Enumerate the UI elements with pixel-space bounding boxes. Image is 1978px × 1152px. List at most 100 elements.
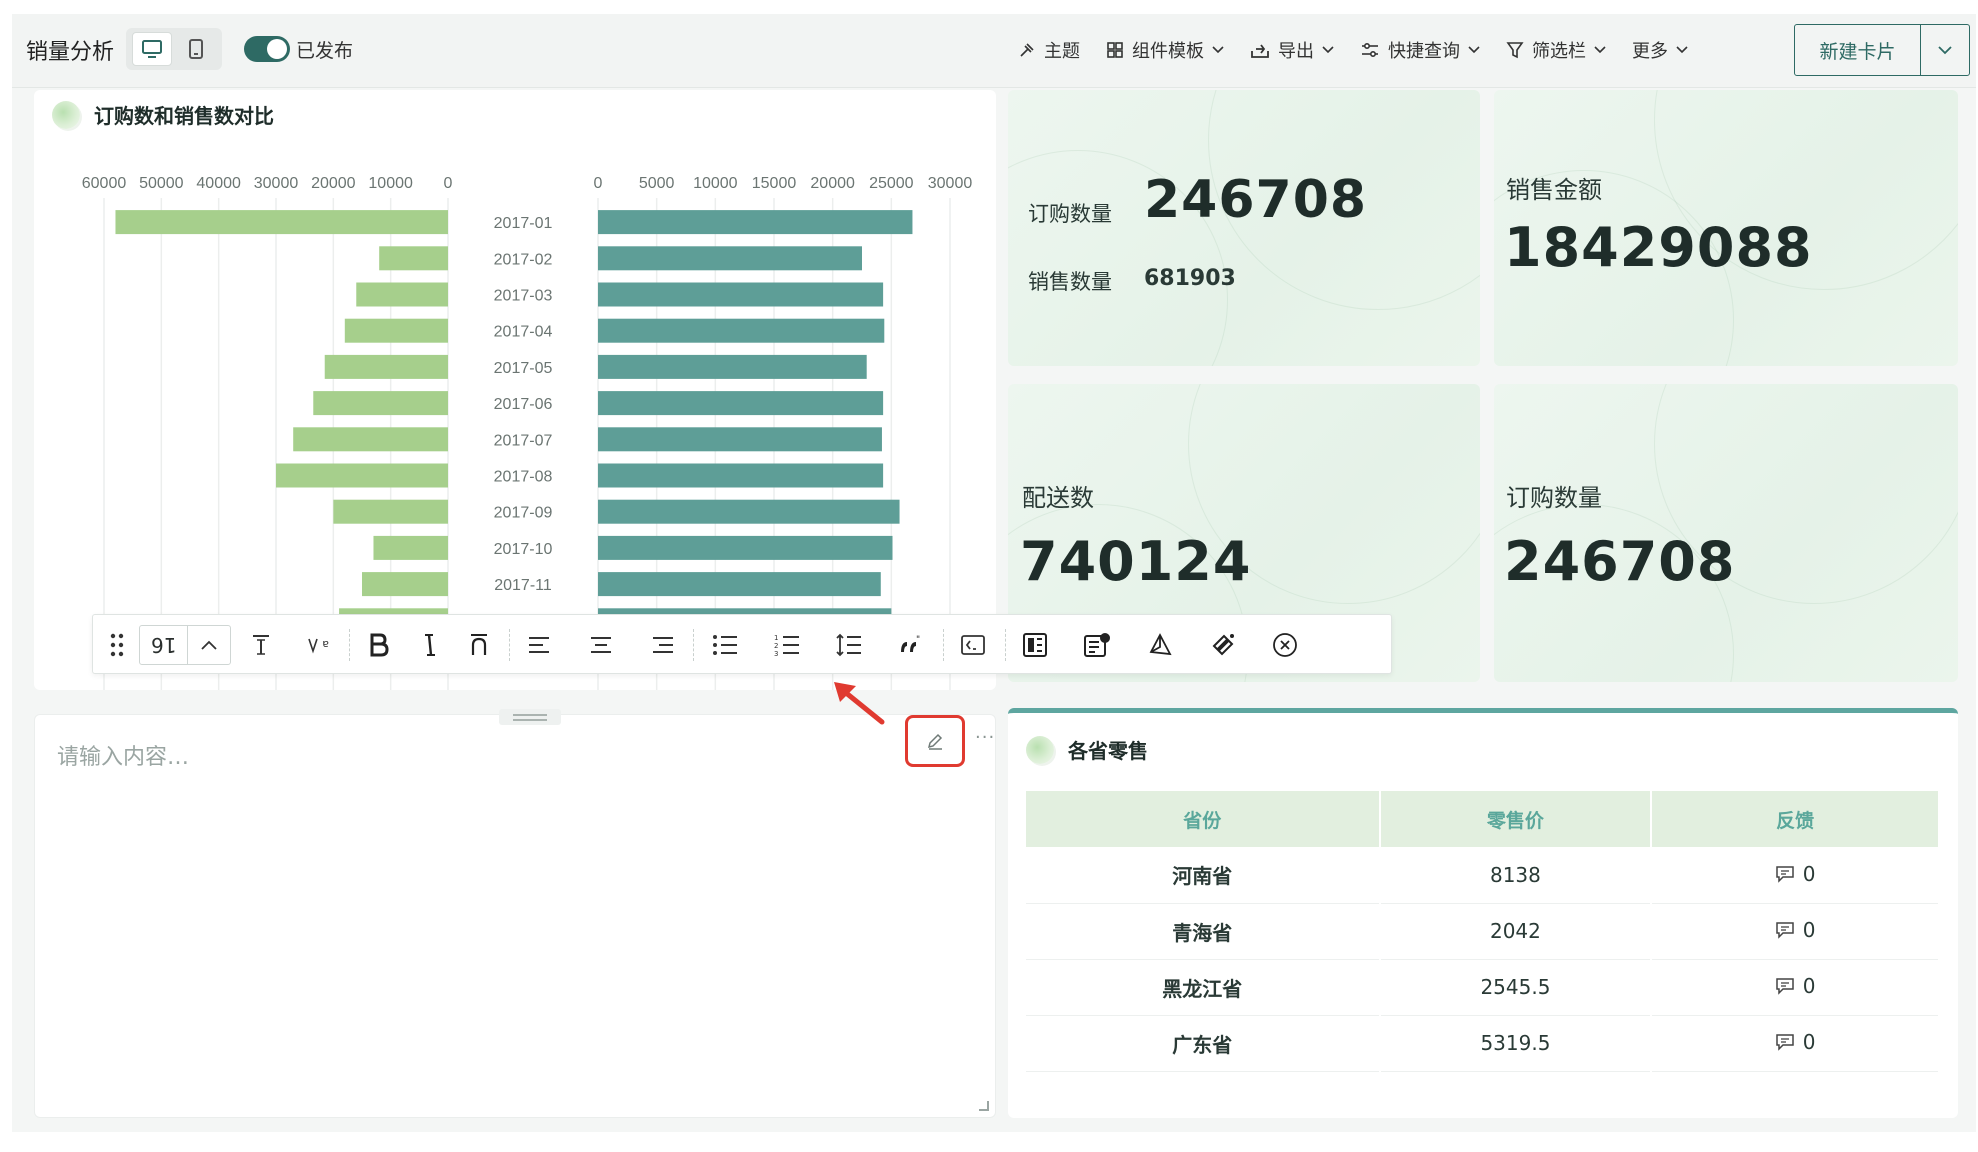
sales-bar [598, 391, 884, 416]
mobile-view-button[interactable] [176, 32, 216, 66]
order-bar [293, 427, 448, 452]
toolbar-separator [509, 629, 510, 661]
bold-button[interactable] [359, 625, 399, 665]
quick-query-button[interactable]: 快捷查询 [1360, 34, 1480, 66]
quote-button[interactable]: " [891, 625, 931, 665]
align-left-button[interactable] [519, 625, 559, 665]
toolbar-separator [1005, 629, 1006, 661]
quote-icon: " [901, 635, 920, 652]
sales-bar [598, 354, 867, 379]
chevron-down-icon [1212, 46, 1224, 54]
x-tick-label: 5000 [639, 175, 675, 192]
text-height-button[interactable] [241, 625, 281, 665]
province-cell: 黑龙江省 [1026, 959, 1381, 1016]
comment-icon [1776, 922, 1794, 939]
more-button[interactable]: 更多 [1632, 34, 1688, 66]
font-size-dropdown[interactable] [188, 640, 230, 650]
editor-placeholder[interactable]: 请输入内容… [57, 739, 189, 771]
eraser-icon [1212, 634, 1234, 656]
category-label: 2017-04 [494, 324, 553, 341]
theme-button[interactable]: 主题 [1018, 34, 1080, 66]
new-card-button[interactable]: 新建卡片 [1795, 25, 1921, 75]
filter-bar-button[interactable]: 筛选栏 [1506, 34, 1606, 66]
font-size-select[interactable]: 16 [139, 625, 231, 665]
export-icon [1251, 44, 1269, 58]
category-label: 2017-01 [494, 215, 553, 232]
feedback-cell[interactable]: 0 [1651, 1015, 1940, 1072]
underline-icon [471, 634, 487, 655]
kpi-sales-amount-card: 销售金额 18429088 [1494, 90, 1958, 366]
chevron-down-icon [1594, 46, 1606, 54]
align-right-button[interactable] [643, 625, 683, 665]
italic-icon [425, 634, 435, 656]
card-drag-handle[interactable] [499, 709, 561, 725]
x-tick-label: 0 [444, 175, 453, 192]
text-editor-card[interactable]: 请输入内容… ··· [34, 709, 996, 1118]
order-bar [356, 282, 448, 307]
x-tick-label: 20000 [810, 175, 855, 192]
sales-amount-value: 18429088 [1504, 216, 1813, 279]
component-template-label: 组件模板 [1132, 41, 1204, 62]
x-tick-label: 30000 [928, 175, 973, 192]
column-header-province[interactable]: 省份 [1026, 791, 1381, 847]
x-tick-label: 30000 [254, 175, 299, 192]
toolbar-drag-handle[interactable] [97, 625, 137, 665]
table-header-row: 省份 零售价 反馈 [1026, 791, 1940, 847]
align-center-button[interactable] [581, 625, 621, 665]
align-right-icon [653, 637, 673, 653]
new-card-dropdown[interactable] [1921, 25, 1969, 75]
delivery-value: 740124 [1020, 530, 1252, 593]
province-retail-table: 省份 零售价 反馈 河南省 8138 0 青海省 2042 0 黑龙江省 254… [1026, 791, 1940, 1072]
filter-icon [1506, 42, 1524, 59]
bullet-list-icon [713, 635, 737, 655]
close-toolbar-button[interactable] [1265, 625, 1305, 665]
bullet-list-button[interactable] [705, 625, 745, 665]
sliders-icon [1362, 42, 1378, 58]
price-cell: 2545.5 [1379, 959, 1653, 1016]
underline-button[interactable] [459, 625, 499, 665]
edit-button[interactable] [905, 715, 965, 767]
bold-icon [370, 633, 389, 657]
font-family-button[interactable]: a [299, 625, 339, 665]
publish-toggle[interactable] [244, 36, 290, 62]
sales-bar [598, 499, 900, 524]
italic-button[interactable] [409, 625, 449, 665]
insert-link-button[interactable] [1141, 625, 1181, 665]
insert-layout-button[interactable] [1015, 625, 1055, 665]
feedback-cell[interactable]: 0 [1651, 847, 1940, 904]
desktop-view-button[interactable] [132, 32, 172, 66]
numbered-list-button[interactable]: 123 [767, 625, 807, 665]
order-qty-value: 246708 [1144, 170, 1368, 230]
feedback-cell[interactable]: 0 [1651, 959, 1940, 1016]
svg-text:2: 2 [774, 642, 778, 650]
insert-data-button[interactable] [1077, 625, 1117, 665]
sales-qty-label: 销售数量 [1028, 270, 1112, 294]
code-block-button[interactable] [953, 625, 993, 665]
clear-format-button[interactable] [1203, 625, 1243, 665]
column-header-price[interactable]: 零售价 [1379, 791, 1653, 847]
component-template-button[interactable]: 组件模板 [1106, 34, 1224, 66]
page-title: 销量分析 [26, 40, 115, 65]
phone-icon [189, 39, 203, 59]
export-button[interactable]: 导出 [1250, 34, 1334, 66]
brush-icon [1020, 43, 1034, 57]
province-cell: 广东省 [1026, 1015, 1381, 1072]
line-height-button[interactable] [829, 625, 869, 665]
header-actions: 主题 组件模板 导出 快捷查询 筛选栏 更多 [1018, 34, 1714, 66]
sales-bar [598, 535, 893, 560]
chevron-down-icon [1676, 46, 1688, 54]
sales-bar [598, 210, 913, 235]
grid-icon [1107, 42, 1123, 58]
order-bar [379, 246, 448, 271]
sales-bar [598, 246, 862, 271]
monitor-icon [142, 40, 162, 58]
x-tick-label: 10000 [693, 175, 738, 192]
resize-handle[interactable] [979, 1101, 989, 1111]
svg-text:a: a [322, 638, 329, 651]
column-header-feedback[interactable]: 反馈 [1651, 791, 1940, 847]
card-more-button[interactable]: ··· [975, 727, 995, 748]
x-tick-label: 50000 [139, 175, 184, 192]
feedback-count: 0 [1802, 918, 1816, 942]
feedback-cell[interactable]: 0 [1651, 903, 1940, 960]
text-height-icon [253, 635, 269, 655]
